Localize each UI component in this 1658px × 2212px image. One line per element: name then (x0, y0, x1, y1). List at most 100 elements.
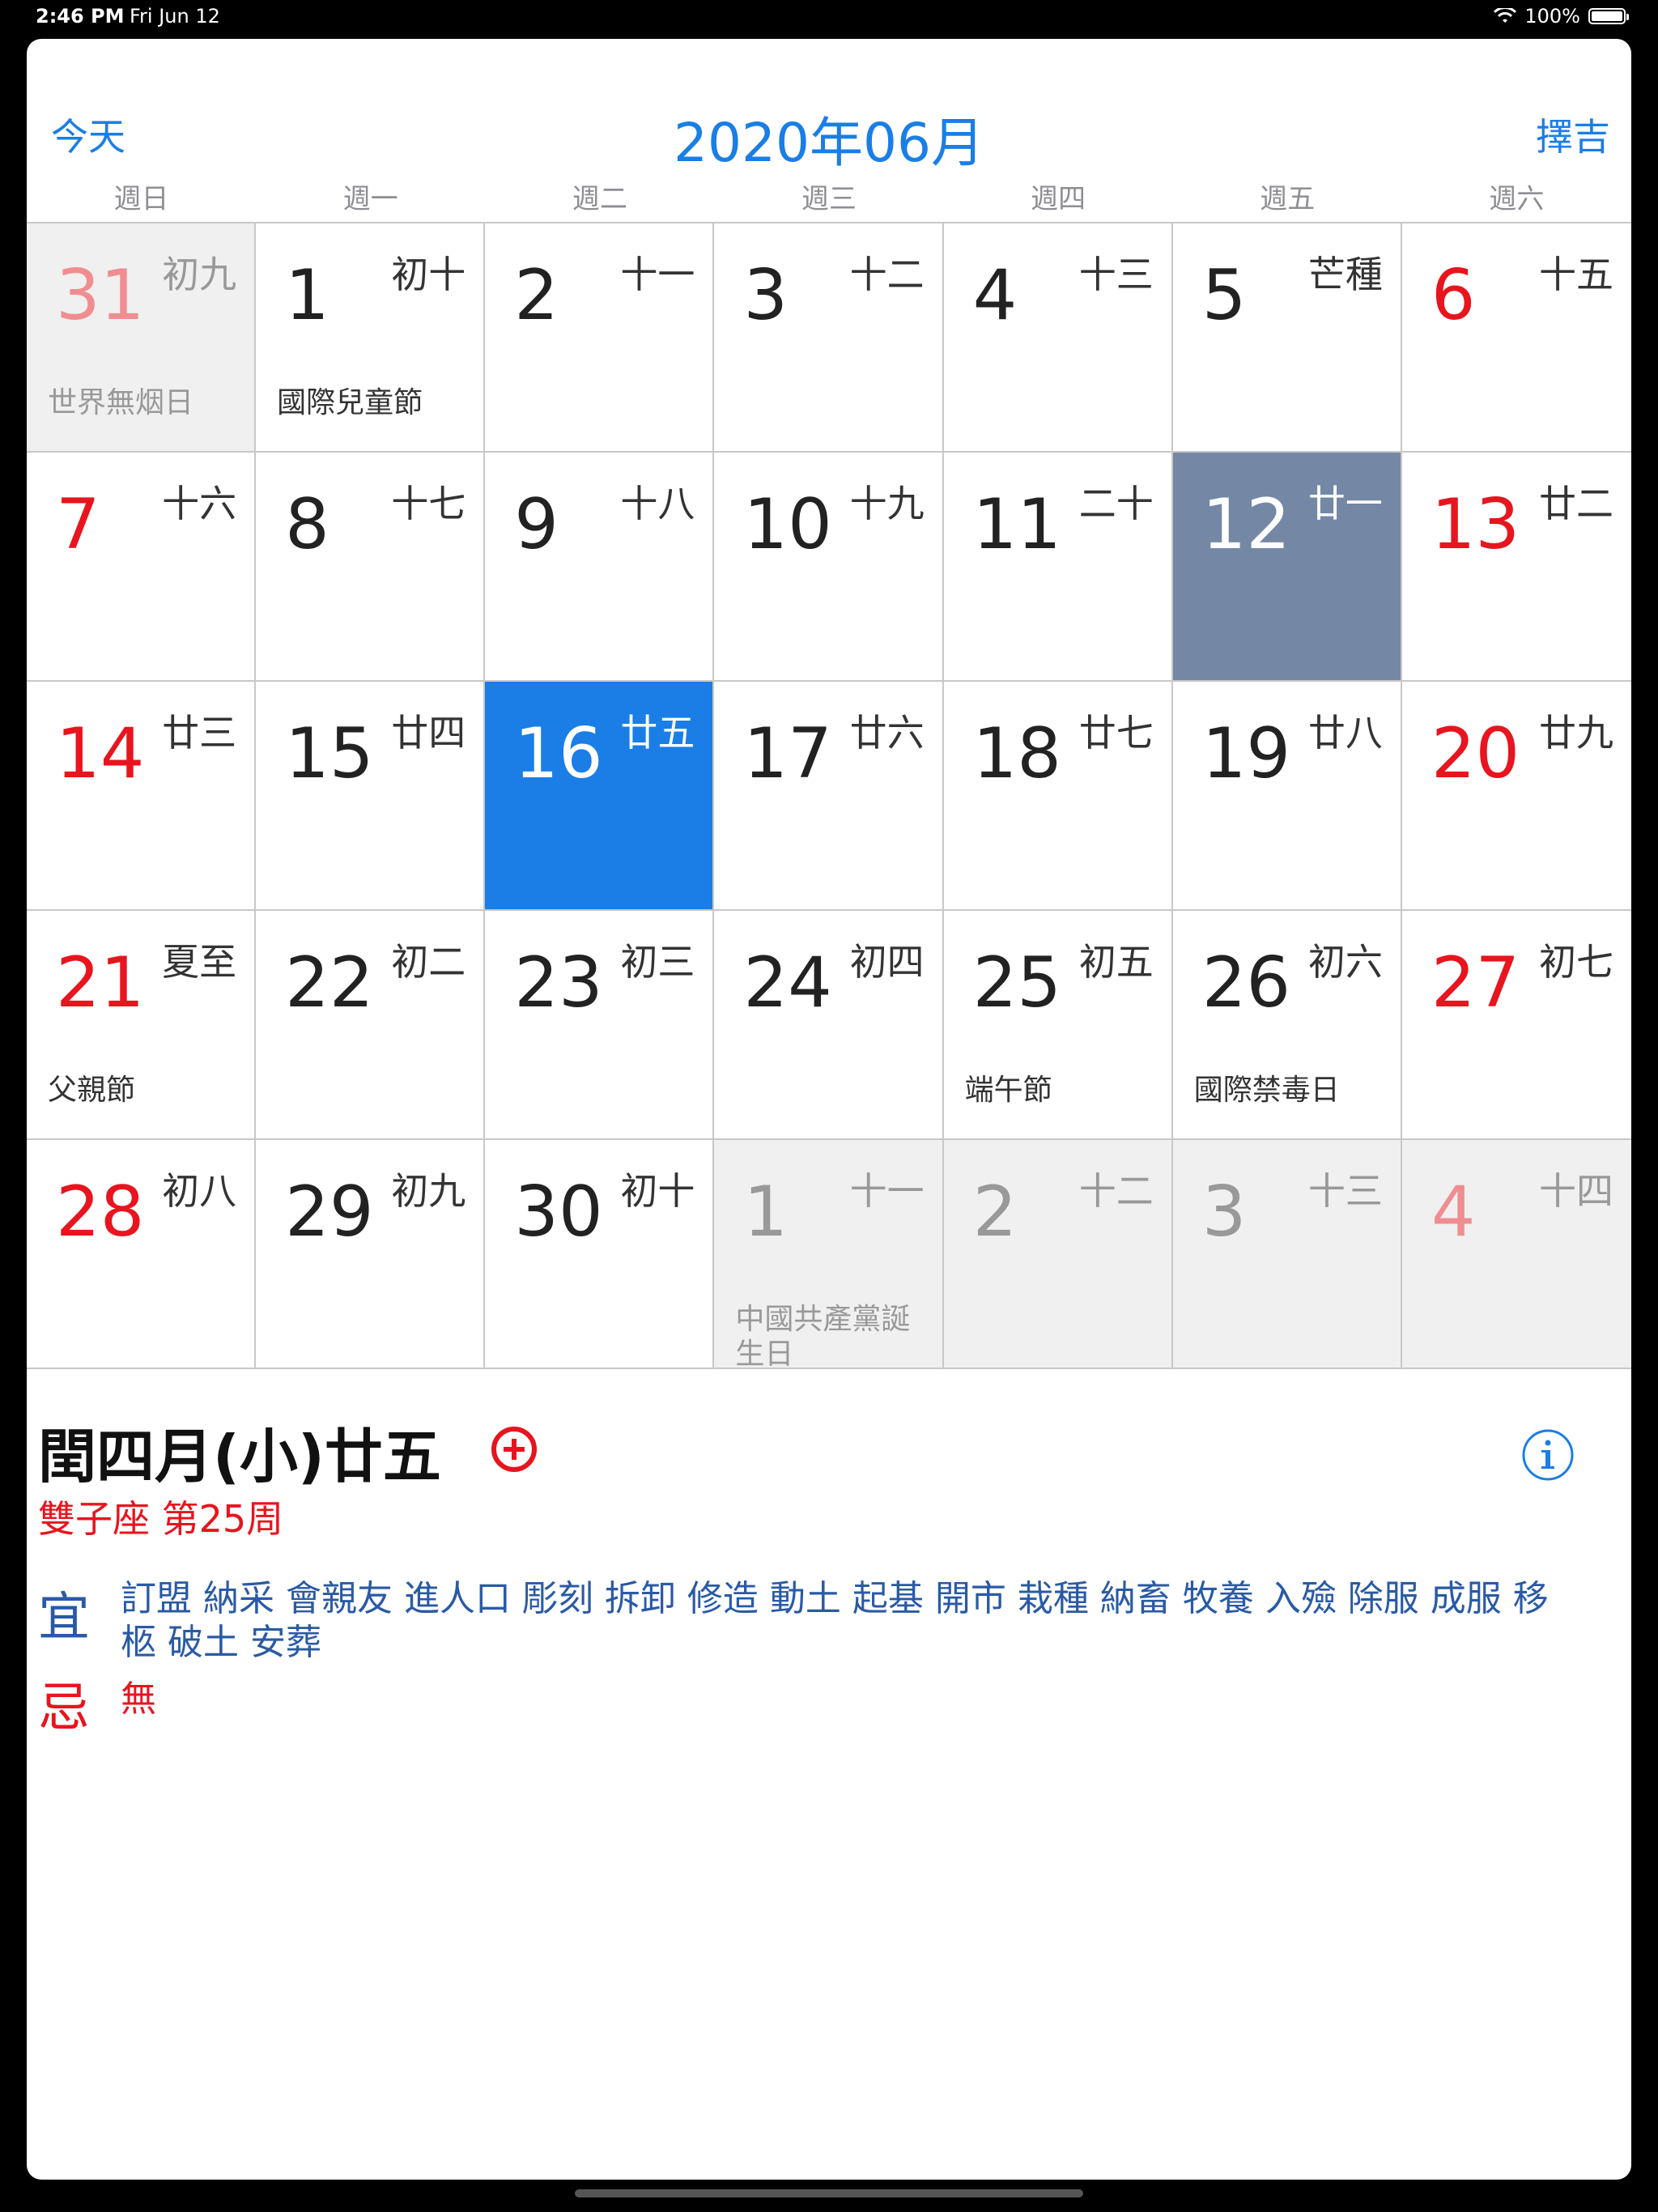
calendar-day-cell[interactable]: 26 初六 國際禁毒日 (1172, 911, 1402, 1140)
lunar-day: 十五 (1538, 253, 1613, 296)
day-number: 2 (972, 1172, 1018, 1253)
lunar-day: 初八 (162, 1169, 237, 1213)
yi-label: 宜 (38, 1588, 90, 1648)
calendar-day-cell[interactable]: 13 廿二 (1401, 453, 1631, 682)
calendar-day-cell[interactable]: 3 十三 (1172, 1140, 1402, 1369)
calendar-day-cell[interactable]: 16 廿五 (485, 682, 715, 911)
festival-label: 國際兒童節 (277, 386, 423, 419)
day-number: 3 (1201, 1172, 1247, 1253)
lunar-day: 二十 (1078, 482, 1154, 525)
calendar-day-cell[interactable]: 1 初十國際兒童節 (256, 223, 486, 453)
calendar-day-cell[interactable]: 21 夏至 父親節 (27, 911, 257, 1140)
zodiac-week: 雙子座 第25周 (38, 1497, 284, 1541)
info-icon[interactable] (1521, 1428, 1575, 1482)
lunar-day: 十二 (1078, 1169, 1154, 1213)
calendar-grid: 31 初九 世界無烟日 1 初十 國際兒童節 2 十一 3 十二 4 十三 5 芒種 6 十五 7 十六 8 十七 9 十… (27, 222, 1631, 1371)
day-number: 22 (285, 942, 374, 1023)
lunar-day: 初九 (162, 253, 237, 296)
lunar-day: 廿七 (1078, 711, 1154, 755)
day-number: 4 (1431, 1172, 1476, 1253)
day-number: 25 (972, 942, 1061, 1023)
calendar-day-cell[interactable]: 8 十七 (256, 453, 486, 682)
calendar-day-cell[interactable]: 6 十五 (1401, 223, 1631, 453)
calendar-day-cell[interactable]: 11 二十 (943, 453, 1173, 682)
day-number: 1 (743, 1172, 789, 1253)
calendar-day-cell[interactable]: 4 十三 (943, 223, 1173, 453)
lunar-day: 十四 (1538, 1169, 1613, 1213)
day-number: 30 (514, 1172, 603, 1253)
calendar-day-cell[interactable]: 1 十一 中國共產黨誕生日 (714, 1140, 944, 1371)
calendar-header: 今天 2020年06月 擇吉 (27, 39, 1631, 177)
lunar-day: 夏至 (162, 940, 237, 984)
status-date: Fri Jun 12 (130, 5, 220, 28)
calendar-day-cell[interactable]: 18 廿七 (943, 682, 1173, 911)
calendar-day-cell[interactable]: 14 廿三 (27, 682, 257, 911)
calendar-day-cell[interactable]: 2 十二 (943, 1140, 1173, 1369)
lunar-day: 廿六 (849, 711, 925, 755)
day-number: 24 (743, 942, 832, 1023)
day-number: 26 (1201, 942, 1291, 1023)
day-number: 17 (743, 713, 832, 794)
lunar-day: 初四 (849, 940, 925, 984)
day-number: 10 (743, 484, 832, 565)
calendar-day-cell[interactable]: 3 十二 (714, 223, 944, 453)
day-number: 1 (285, 255, 329, 336)
calendar-day-cell[interactable]: 30 初十 (485, 1140, 715, 1369)
lunar-day: 初十 (620, 1169, 695, 1213)
calendar-day-cell[interactable]: 20 廿九 (1401, 682, 1631, 911)
day-number: 16 (514, 713, 603, 794)
lunar-day: 廿二 (1538, 482, 1613, 525)
yi-list: 訂盟 納采 會親友 進人口 彫刻 拆卸 修造 動土 起基 開市 栽種 納畜 牧養… (121, 1578, 1549, 1663)
battery-icon (1588, 8, 1629, 24)
ji-list: 無 (121, 1678, 156, 1720)
festival-label: 端午節 (964, 1074, 1052, 1107)
month-title[interactable]: 2020年06月 (27, 100, 1631, 177)
day-number: 4 (972, 255, 1018, 336)
lunar-day: 廿五 (620, 711, 695, 755)
festival-label: 國際禁毒日 (1193, 1074, 1340, 1107)
calendar-day-cell[interactable]: 7 十六 (27, 453, 257, 682)
add-event-icon[interactable] (490, 1425, 538, 1474)
day-number: 23 (514, 942, 603, 1023)
day-number: 31 (56, 255, 145, 336)
day-number: 11 (972, 484, 1061, 565)
calendar-day-cell[interactable]: 15 廿四 (256, 682, 486, 911)
lunar-day: 十二 (849, 253, 925, 296)
lunar-day: 十三 (1078, 253, 1154, 296)
day-number: 28 (56, 1172, 145, 1253)
lunar-day: 初二 (391, 940, 466, 984)
calendar-day-cell[interactable]: 22 初二 (256, 911, 486, 1140)
lunar-day: 初十 (391, 253, 466, 296)
calendar-day-cell[interactable]: 5 芒種 (1172, 223, 1402, 453)
calendar-day-cell[interactable]: 2 十一 (485, 223, 715, 453)
day-number: 14 (56, 713, 145, 794)
select-auspicious-button[interactable]: 擇吉 (1536, 108, 1610, 161)
lunar-day: 十三 (1307, 1169, 1383, 1213)
calendar-day-cell[interactable]: 24 初四 (714, 911, 944, 1140)
calendar-day-cell[interactable]: 12 廿一 (1172, 453, 1402, 682)
weekday-label: 週三 (801, 183, 857, 215)
calendar-day-cell[interactable]: 4 十四 (1401, 1140, 1631, 1369)
day-number: 18 (972, 713, 1061, 794)
day-number: 13 (1431, 484, 1520, 565)
day-number: 6 (1431, 255, 1476, 336)
lunar-day: 初三 (620, 940, 695, 984)
calendar-day-cell[interactable]: 9 十八 (485, 453, 715, 682)
home-indicator[interactable] (575, 2189, 1083, 2197)
calendar-day-cell[interactable]: 25 初五 端午節 (943, 911, 1173, 1140)
day-number: 2 (514, 255, 559, 336)
status-bar: 2:46 PM Fri Jun 12 100% (0, 0, 1658, 36)
calendar-day-cell[interactable]: 10 十九 (714, 453, 944, 682)
lunar-day: 廿八 (1307, 711, 1383, 755)
lunar-day: 十六 (162, 482, 237, 525)
calendar-day-cell[interactable]: 31 初九 世界無烟日 (27, 223, 257, 453)
day-number: 5 (1201, 255, 1247, 336)
calendar-day-cell[interactable]: 29 初九 (256, 1140, 486, 1369)
calendar-day-cell[interactable]: 17 廿六 (714, 682, 944, 911)
calendar-day-cell[interactable]: 23 初三 (485, 911, 715, 1140)
calendar-day-cell[interactable]: 28 初八 (27, 1140, 257, 1369)
calendar-day-cell[interactable]: 19 廿八 (1172, 682, 1402, 911)
day-number: 7 (56, 484, 100, 565)
calendar-day-cell[interactable]: 27 初七 (1401, 911, 1631, 1140)
ji-label: 忌 (38, 1678, 90, 1738)
